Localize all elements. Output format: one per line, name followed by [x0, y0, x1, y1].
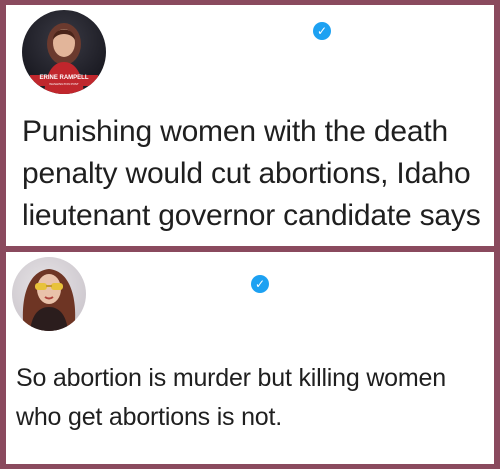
- tweet-text: So abortion is murder but killing women …: [16, 364, 446, 431]
- avatar[interactable]: [12, 257, 86, 331]
- tweet-card-1: ERINE RAMPELL WASHINGTON POST ✓ Punishin…: [6, 5, 494, 246]
- check-icon: ✓: [316, 24, 328, 38]
- tweet-card-2: ✓ So abortion is murder but killing wome…: [6, 252, 494, 464]
- tweet-text: Punishing women with the death penalty w…: [22, 115, 481, 232]
- verified-badge-icon: ✓: [313, 22, 331, 40]
- verified-badge-icon: ✓: [251, 275, 269, 293]
- avatar-photo: [22, 269, 76, 331]
- avatar-caption: ERINE RAMPELL WASHINGTON POST: [30, 75, 98, 86]
- avatar[interactable]: ERINE RAMPELL WASHINGTON POST: [22, 10, 106, 94]
- check-icon: ✓: [254, 277, 266, 291]
